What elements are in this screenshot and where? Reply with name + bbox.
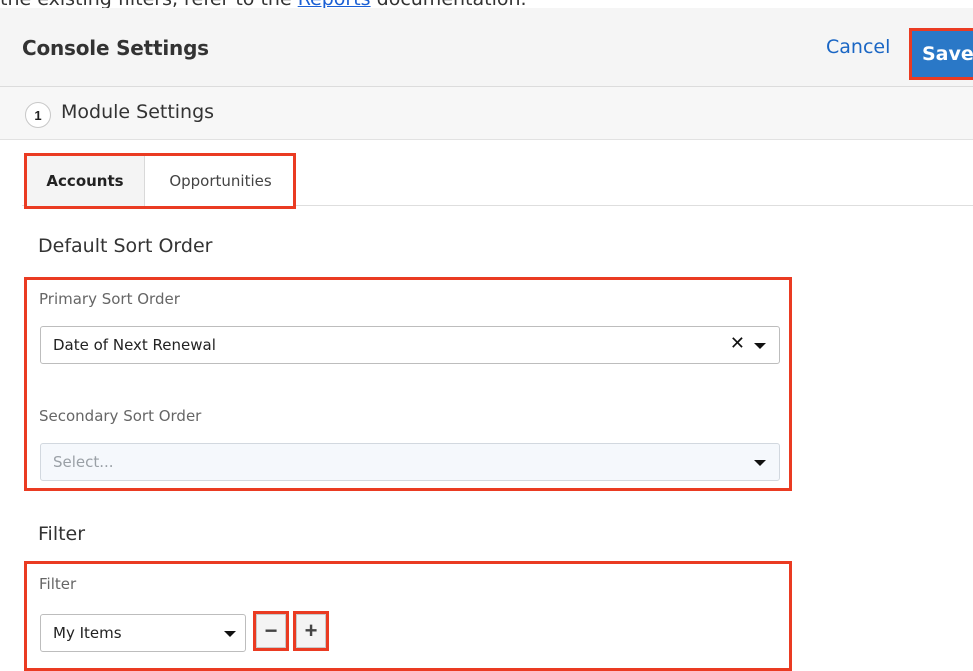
filter-select[interactable]: My Items <box>40 614 246 652</box>
primary-sort-order-select[interactable]: Date of Next Renewal ✕ <box>40 326 780 364</box>
save-button[interactable]: Save <box>909 28 973 80</box>
chevron-down-icon[interactable] <box>754 343 766 349</box>
filter-label: Filter <box>39 575 77 593</box>
filter-value: My Items <box>53 624 122 642</box>
secondary-sort-order-select[interactable]: Select... <box>40 443 780 481</box>
primary-sort-order-value: Date of Next Renewal <box>53 336 216 354</box>
filter-heading: Filter <box>38 523 86 545</box>
primary-sort-order-label: Primary Sort Order <box>39 290 180 308</box>
page-title: Console Settings <box>22 36 209 60</box>
tab-opportunities[interactable]: Opportunities <box>145 156 296 206</box>
header-bar: Console Settings Cancel Save <box>0 8 973 87</box>
secondary-sort-order-label: Secondary Sort Order <box>39 407 202 425</box>
top-clipped-text: the existing filters, refer to the Repor… <box>0 0 973 10</box>
plus-icon: + <box>304 618 318 643</box>
step-label: Module Settings <box>61 101 215 123</box>
step-number-badge: 1 <box>25 102 51 128</box>
default-sort-order-heading: Default Sort Order <box>38 235 213 257</box>
secondary-sort-order-placeholder: Select... <box>53 453 114 471</box>
close-icon[interactable]: ✕ <box>730 333 745 354</box>
module-settings-step-bar[interactable]: 1 Module Settings <box>0 87 973 140</box>
chevron-down-icon[interactable] <box>754 460 766 466</box>
cancel-button[interactable]: Cancel <box>826 36 890 58</box>
remove-filter-button[interactable]: − <box>253 611 289 651</box>
minus-icon: − <box>264 618 278 643</box>
chevron-down-icon[interactable] <box>224 631 236 637</box>
add-filter-button[interactable]: + <box>293 611 329 651</box>
tab-accounts[interactable]: Accounts <box>26 156 145 206</box>
